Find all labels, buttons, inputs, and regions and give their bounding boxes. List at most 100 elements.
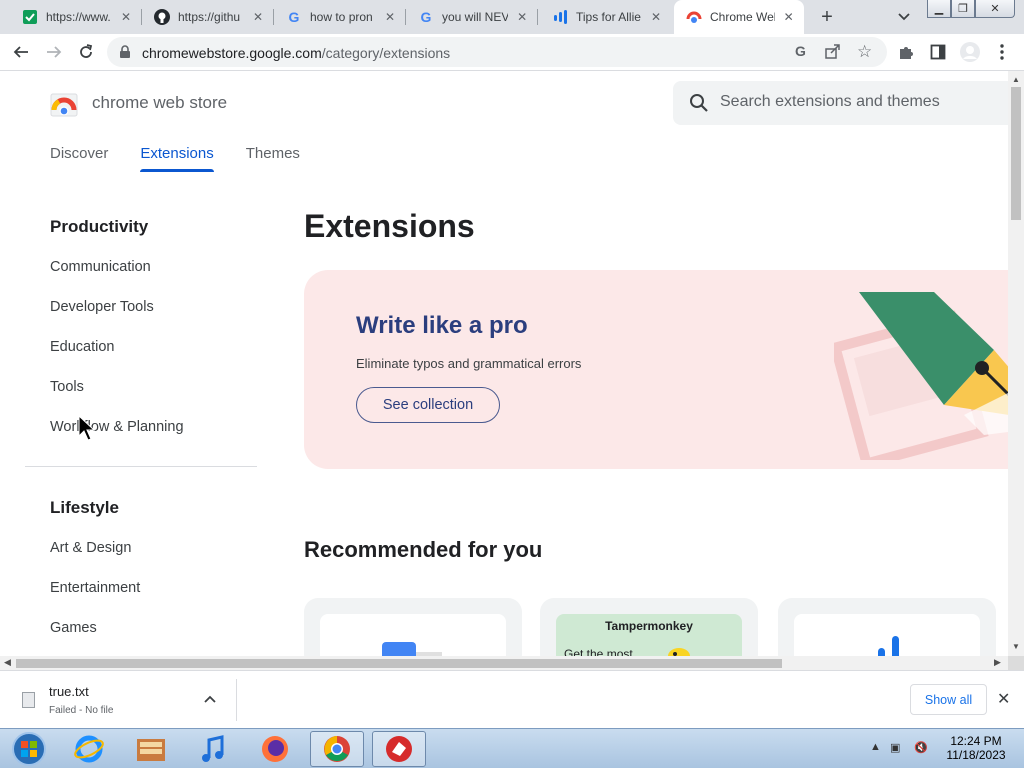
horizontal-scrollbar[interactable]: ◀ ▶: [0, 656, 1008, 670]
mouse-cursor-icon: [78, 415, 96, 441]
browser-tab[interactable]: Tips for Allie ✕: [540, 0, 672, 34]
sidebar-item-education[interactable]: Education: [50, 339, 115, 355]
tab-title: https://githu: [178, 10, 241, 24]
audio-wave-favicon-icon: [552, 9, 568, 25]
sidebar-item-games[interactable]: Games: [50, 620, 97, 636]
banner-title: Write like a pro: [356, 312, 528, 339]
tab-title: how to pron: [310, 10, 373, 24]
scroll-right-arrow-icon[interactable]: ▶: [994, 657, 1001, 668]
sidebar-item-tools[interactable]: Tools: [50, 379, 84, 395]
close-icon[interactable]: ✕: [781, 9, 796, 25]
system-clock[interactable]: 12:24 PM 11/18/2023: [940, 734, 1012, 762]
google-favicon-icon: G: [288, 9, 300, 25]
volume-muted-icon[interactable]: 🔇: [914, 741, 928, 754]
promo-banner[interactable]: Write like a pro Eliminate typos and gra…: [304, 270, 1008, 469]
file-icon: [22, 692, 35, 708]
sidebar-item-art-design[interactable]: Art & Design: [50, 540, 131, 556]
page-title: Extensions: [304, 208, 475, 244]
chrome-taskbar-icon[interactable]: [310, 731, 364, 767]
file-manager-icon[interactable]: [124, 731, 178, 767]
tab-themes[interactable]: Themes: [246, 145, 300, 172]
more-menu-icon[interactable]: [991, 41, 1013, 63]
chrome-web-store-logo[interactable]: [50, 90, 78, 118]
tray-expand-arrow-icon[interactable]: ▲: [870, 741, 881, 753]
google-lens-icon[interactable]: G: [795, 43, 806, 59]
side-panel-icon[interactable]: [927, 41, 949, 63]
extensions-puzzle-icon[interactable]: [895, 41, 917, 63]
close-icon[interactable]: ✕: [648, 9, 664, 25]
app-taskbar-icon[interactable]: [372, 731, 426, 767]
music-player-icon[interactable]: [186, 731, 240, 767]
search-icon: [689, 93, 709, 118]
store-search-box[interactable]: Search extensions and themes: [673, 81, 1008, 125]
scrollbar-corner: [1008, 656, 1024, 670]
download-shelf: true.txt Failed - No file Show all ✕: [0, 670, 1024, 728]
download-status: Failed - No file: [49, 705, 114, 716]
address-bar[interactable]: chromewebstore.google.com/category/exten…: [107, 37, 887, 67]
scroll-thumb[interactable]: [1011, 87, 1021, 220]
restore-button[interactable]: ❐: [951, 0, 975, 18]
scroll-thumb[interactable]: [16, 659, 782, 668]
vertical-scrollbar[interactable]: ▲ ▼: [1008, 71, 1024, 656]
lock-icon[interactable]: [119, 45, 131, 64]
sheets-favicon-icon: [22, 9, 38, 25]
chevron-up-icon[interactable]: [204, 692, 216, 706]
back-arrow-icon[interactable]: [10, 41, 32, 63]
webstore-favicon-icon: [686, 9, 702, 25]
share-icon[interactable]: [825, 43, 841, 64]
url-path: /category/extensions: [321, 45, 451, 61]
see-collection-button[interactable]: See collection: [356, 387, 500, 423]
sidebar-item-developer-tools[interactable]: Developer Tools: [50, 299, 154, 315]
minimize-button[interactable]: ▁: [927, 0, 951, 18]
card-thumbnail: Tampermonkey Get the most: [556, 614, 742, 656]
bookmark-star-icon[interactable]: ☆: [857, 42, 872, 62]
scroll-down-arrow-icon[interactable]: ▼: [1012, 642, 1020, 651]
reload-icon[interactable]: [75, 41, 97, 63]
scroll-up-arrow-icon[interactable]: ▲: [1012, 75, 1020, 84]
sidebar-item-communication[interactable]: Communication: [50, 259, 151, 275]
close-icon[interactable]: ✕: [250, 9, 266, 25]
internet-explorer-icon[interactable]: [62, 731, 116, 767]
close-icon[interactable]: ✕: [118, 9, 134, 25]
sidebar-item-workflow-planning[interactable]: Workflow & Planning: [50, 419, 184, 435]
close-icon[interactable]: ✕: [382, 9, 398, 25]
tab-title: Tips for Allie: [576, 10, 641, 24]
clock-time: 12:24 PM: [950, 734, 1002, 748]
show-all-button[interactable]: Show all: [910, 684, 987, 715]
browser-tab[interactable]: G you will NEV ✕: [406, 0, 538, 34]
tab-search-chevron-icon[interactable]: [893, 7, 915, 27]
profile-avatar-icon[interactable]: [959, 41, 981, 63]
download-filename[interactable]: true.txt: [49, 684, 89, 699]
extension-card[interactable]: G: [304, 598, 522, 656]
close-icon[interactable]: ✕: [514, 9, 530, 25]
store-nav: Discover Extensions Themes: [50, 145, 332, 172]
network-icon[interactable]: ▣: [890, 741, 900, 754]
card-tagline: Get the most: [564, 647, 633, 656]
scroll-left-arrow-icon[interactable]: ◀: [4, 657, 11, 668]
recommended-heading: Recommended for you: [304, 537, 543, 562]
browser-tab-active[interactable]: Chrome Web ✕: [674, 0, 804, 34]
browser-tab[interactable]: https://githu ✕: [142, 0, 274, 34]
window-controls: ▁ ❐ ✕: [927, 0, 1015, 18]
tab-extensions[interactable]: Extensions: [140, 145, 215, 172]
google-docs-offline-icon: G: [382, 642, 442, 656]
extension-card-tampermonkey[interactable]: Tampermonkey Get the most: [540, 598, 758, 656]
tampermonkey-mascot-icon: [668, 648, 690, 656]
new-tab-button[interactable]: +: [815, 5, 839, 29]
sidebar-divider: [25, 466, 257, 467]
close-icon[interactable]: ✕: [997, 689, 1010, 709]
tab-discover[interactable]: Discover: [50, 145, 108, 172]
sidebar-item-entertainment[interactable]: Entertainment: [50, 580, 140, 596]
browser-toolbar: chromewebstore.google.com/category/exten…: [0, 34, 1024, 71]
tab-title: you will NEV: [442, 10, 509, 24]
forward-arrow-icon[interactable]: [43, 41, 65, 63]
browser-tab[interactable]: G how to pron ✕: [274, 0, 406, 34]
browser-tab[interactable]: https://www. ✕: [10, 0, 142, 34]
window-close-button[interactable]: ✕: [975, 0, 1015, 18]
search-input[interactable]: Search extensions and themes: [720, 93, 940, 111]
extension-card[interactable]: [778, 598, 996, 656]
store-brand[interactable]: chrome web store: [92, 93, 227, 113]
start-button[interactable]: [2, 731, 56, 767]
tab-strip: https://www. ✕ https://githu ✕ G how to …: [0, 0, 1024, 34]
firefox-icon[interactable]: [248, 731, 302, 767]
